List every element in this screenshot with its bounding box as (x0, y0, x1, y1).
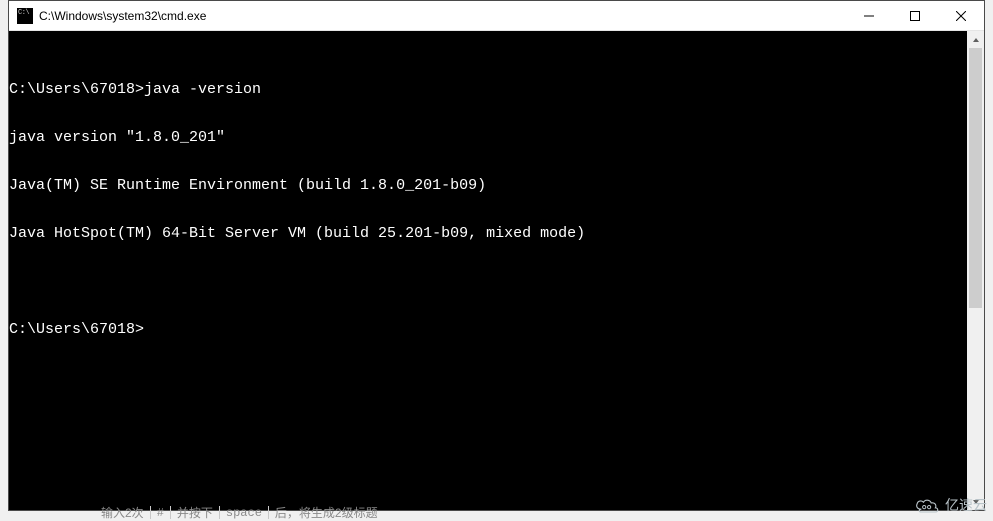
command: java -version (144, 81, 261, 98)
titlebar[interactable]: C:\Windows\system32\cmd.exe (9, 1, 984, 31)
window-title: C:\Windows\system32\cmd.exe (39, 9, 846, 23)
hint-segment: # (151, 506, 171, 519)
cmd-icon (17, 8, 33, 24)
close-button[interactable] (938, 1, 984, 30)
vertical-scrollbar[interactable] (967, 31, 984, 510)
prompt: C:\Users\67018> (9, 81, 144, 98)
hint-segment: 并按下 (171, 506, 220, 519)
watermark-text: 亿速云 (945, 495, 987, 515)
cloud-icon (913, 496, 941, 514)
watermark: 亿速云 (913, 495, 987, 515)
scrollbar-thumb[interactable] (969, 48, 982, 308)
cmd-window: C:\Windows\system32\cmd.exe C:\Users\670… (8, 0, 985, 511)
scrollbar-track[interactable] (967, 48, 984, 493)
blank-line (9, 274, 967, 290)
client-area: C:\Users\67018>java -version java versio… (9, 31, 984, 510)
output-line: Java HotSpot(TM) 64-Bit Server VM (build… (9, 226, 967, 242)
hint-segment: 输入2次 (95, 506, 151, 519)
editor-hint-bar: 输入2次 # 并按下 space 后，将生成2级标题 (95, 506, 384, 519)
maximize-button[interactable] (892, 1, 938, 30)
minimize-button[interactable] (846, 1, 892, 30)
hint-segment: space (220, 506, 269, 519)
window-controls (846, 1, 984, 30)
hint-segment: 后，将生成2级标题 (269, 506, 384, 519)
output-line: Java(TM) SE Runtime Environment (build 1… (9, 178, 967, 194)
prompt: C:\Users\67018> (9, 321, 144, 338)
terminal-output[interactable]: C:\Users\67018>java -version java versio… (9, 49, 967, 510)
scroll-up-button[interactable] (967, 31, 984, 48)
output-line: java version "1.8.0_201" (9, 130, 967, 146)
